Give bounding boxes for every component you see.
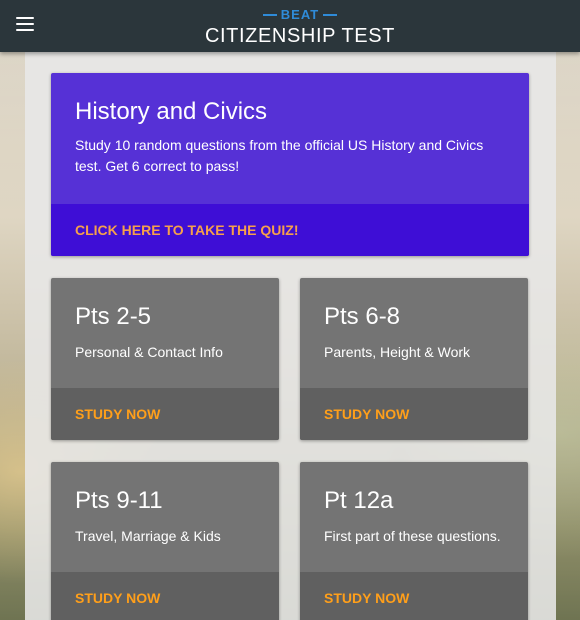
logo-top-text: BEAT xyxy=(280,7,320,22)
hero-card-description: Study 10 random questions from the offic… xyxy=(75,137,484,174)
card-description: Travel, Marriage & Kids xyxy=(75,528,221,544)
logo-bottom-text: CITIZENSHIP TEST xyxy=(204,25,395,47)
app-logo[interactable]: BEAT CITIZENSHIP TEST xyxy=(200,8,400,48)
study-card-pts-2-5: Pts 2-5 Personal & Contact Info STUDY NO… xyxy=(51,278,279,440)
logo-right-line xyxy=(323,14,338,16)
hamburger-menu-icon[interactable] xyxy=(16,17,34,31)
card-description: Parents, Height & Work xyxy=(324,344,471,360)
logo-top-row: BEAT xyxy=(200,8,400,22)
menu-bar xyxy=(16,29,34,31)
study-now-link[interactable]: STUDY NOW xyxy=(300,572,528,620)
card-description: Personal & Contact Info xyxy=(75,344,223,360)
menu-bar xyxy=(16,17,34,19)
card-title: Pts 6-8 xyxy=(324,303,401,330)
menu-bar xyxy=(16,23,34,25)
study-card-pts-6-8: Pts 6-8 Parents, Height & Work STUDY NOW xyxy=(300,278,528,440)
hero-card-title: History and Civics xyxy=(75,98,268,125)
card-description: First part of these questions. xyxy=(324,528,501,544)
study-card-pt-12a: Pt 12a First part of these questions. ST… xyxy=(300,462,528,620)
history-civics-card: History and Civics Study 10 random quest… xyxy=(51,73,529,256)
study-now-link[interactable]: STUDY NOW xyxy=(300,388,528,440)
study-now-link[interactable]: STUDY NOW xyxy=(51,572,279,620)
card-body: Pts 2-5 Personal & Contact Info xyxy=(51,278,279,388)
logo-left-line xyxy=(262,14,277,16)
card-body: Pts 9-11 Travel, Marriage & Kids xyxy=(51,462,279,572)
app-header: BEAT CITIZENSHIP TEST xyxy=(0,0,580,52)
card-title: Pts 9-11 xyxy=(75,487,163,514)
study-now-link[interactable]: STUDY NOW xyxy=(51,388,279,440)
card-title: Pts 2-5 xyxy=(75,303,152,330)
study-card-pts-9-11: Pts 9-11 Travel, Marriage & Kids STUDY N… xyxy=(51,462,279,620)
card-body: Pts 6-8 Parents, Height & Work xyxy=(300,278,528,388)
card-body: Pt 12a First part of these questions. xyxy=(300,462,528,572)
take-quiz-link[interactable]: CLICK HERE TO TAKE THE QUIZ! xyxy=(51,204,529,256)
card-title: Pt 12a xyxy=(324,487,394,514)
hero-card-body: History and Civics Study 10 random quest… xyxy=(51,73,529,204)
